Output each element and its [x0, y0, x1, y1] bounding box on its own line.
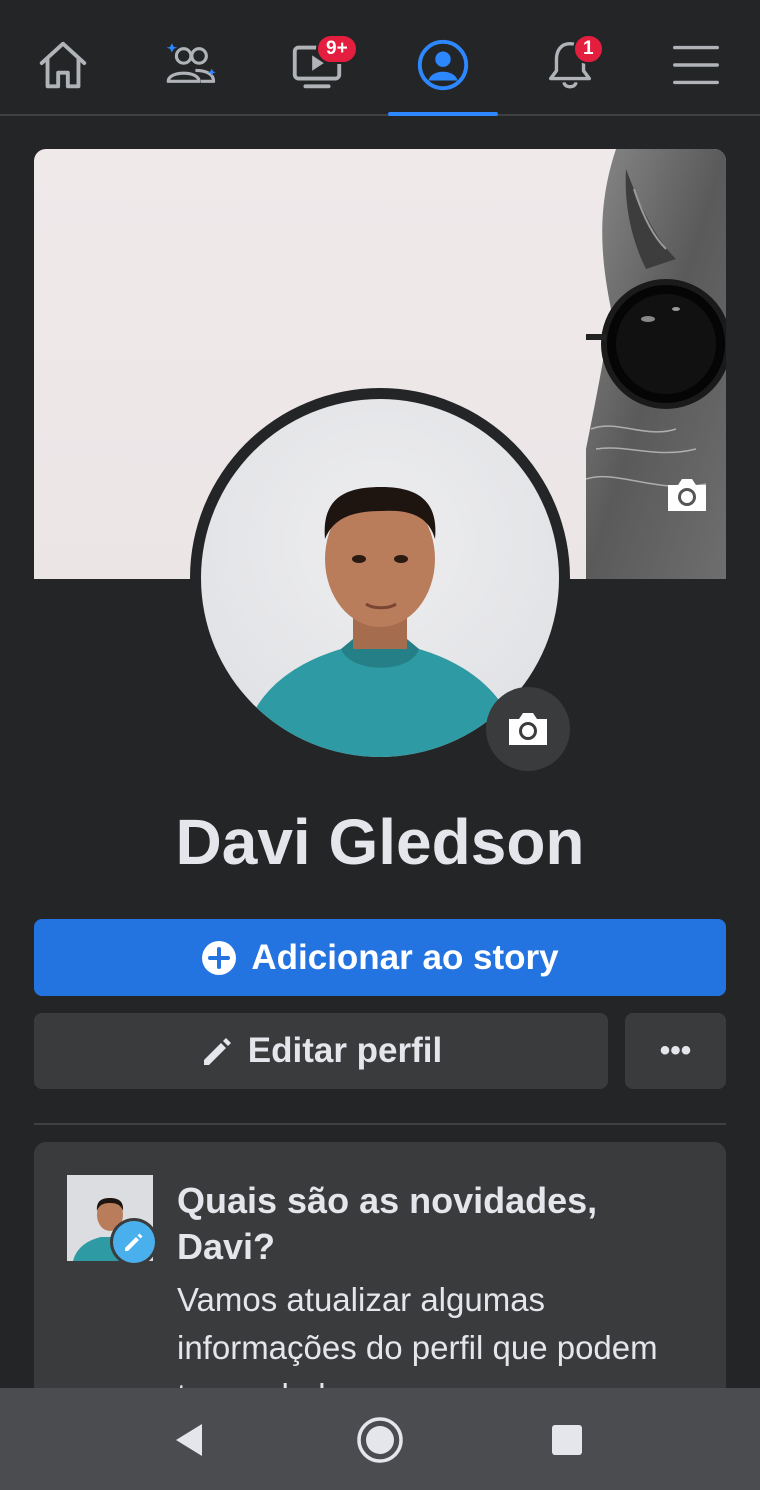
home-circle-icon	[357, 1417, 403, 1463]
edit-cover-camera-button[interactable]	[640, 475, 710, 545]
more-options-button[interactable]: •••	[625, 1013, 726, 1089]
home-icon	[39, 41, 87, 89]
pencil-icon	[203, 1038, 231, 1065]
friends-icon	[166, 43, 216, 83]
nav-friends[interactable]	[135, 20, 245, 110]
more-options-icon: •••	[659, 1034, 692, 1067]
notifications-badge: 1	[573, 34, 604, 64]
nav-menu[interactable]	[641, 20, 751, 110]
pencil-icon	[125, 1233, 143, 1251]
nav-watch[interactable]: 9+	[262, 20, 372, 110]
profile-icon	[417, 39, 469, 91]
plus-circle-icon	[202, 940, 237, 975]
system-navigation-bar	[0, 1388, 760, 1490]
back-button[interactable]	[160, 1410, 220, 1470]
back-triangle-icon	[176, 1424, 202, 1456]
nav-notifications[interactable]: 1	[515, 20, 625, 110]
home-system-button[interactable]	[350, 1410, 410, 1470]
edit-profile-label: Editar perfil	[247, 1031, 443, 1070]
profile-name: Davi Gledson	[175, 806, 585, 878]
video-badge: 9+	[316, 34, 358, 64]
camera-icon	[509, 713, 547, 745]
divider	[34, 1123, 726, 1125]
edit-profile-button[interactable]: Editar perfil	[34, 1013, 608, 1089]
add-to-story-label: Adicionar ao story	[251, 937, 559, 977]
recents-square-icon	[552, 1425, 582, 1455]
edit-avatar-camera-button[interactable]	[486, 687, 570, 771]
top-nav-bar: 9+ 1	[0, 0, 760, 116]
card-edit-button[interactable]	[110, 1218, 158, 1266]
add-to-story-button[interactable]: Adicionar ao story	[34, 919, 726, 996]
camera-icon	[668, 479, 706, 511]
recents-button[interactable]	[537, 1410, 597, 1470]
nav-home[interactable]	[8, 20, 118, 110]
card-title: Quais são as novidades, Davi?	[177, 1180, 598, 1267]
hamburger-menu-icon	[673, 45, 719, 85]
nav-profile[interactable]	[388, 20, 498, 116]
